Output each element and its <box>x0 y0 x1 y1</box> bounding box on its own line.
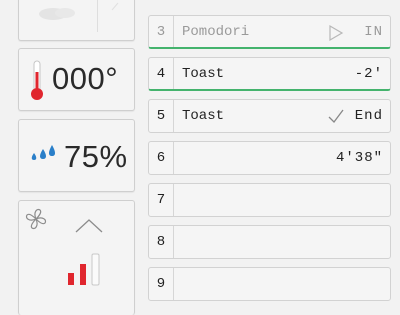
temperature-value: 000° <box>52 61 119 96</box>
step-name: Toast <box>182 108 225 124</box>
step-number: 7 <box>149 184 174 216</box>
program-row-8[interactable]: 8 <box>148 225 391 259</box>
step-number: 5 <box>149 100 174 132</box>
chevron-icon <box>111 2 119 11</box>
humidity-panel[interactable]: 75% <box>18 119 135 192</box>
step-number: 6 <box>149 142 174 174</box>
program-row-5[interactable]: 5 Toast End <box>148 99 391 133</box>
step-name: Pomodori <box>182 24 250 40</box>
step-value: -2' <box>354 66 383 82</box>
chevron-up-icon[interactable] <box>75 218 103 234</box>
fan-icon[interactable] <box>23 206 49 232</box>
play-icon <box>329 25 344 41</box>
fan-panel[interactable] <box>18 200 135 315</box>
program-row-7[interactable]: 7 <box>148 183 391 217</box>
step-number: 4 <box>149 58 174 89</box>
program-row-4[interactable]: 4 Toast -2' <box>148 57 391 91</box>
water-drops-icon <box>31 145 55 160</box>
program-row-6[interactable]: 6 4'38" <box>148 141 391 175</box>
weather-divider <box>97 0 98 32</box>
step-number: 3 <box>149 16 174 47</box>
signal-bars-icon <box>68 253 100 286</box>
step-number: 8 <box>149 226 174 258</box>
cloud-icon <box>39 8 75 20</box>
step-value: 4'38" <box>335 150 383 166</box>
program-row-3[interactable]: 3 Pomodori IN <box>148 15 391 49</box>
check-icon <box>328 109 344 123</box>
step-value: End <box>354 108 383 124</box>
weather-panel[interactable] <box>18 0 135 41</box>
step-value: IN <box>364 24 383 40</box>
thermometer-icon <box>31 60 43 100</box>
step-name: Toast <box>182 66 225 82</box>
step-number: 9 <box>149 268 174 300</box>
temperature-panel[interactable]: 000° <box>18 48 135 111</box>
program-row-9[interactable]: 9 <box>148 267 391 301</box>
humidity-value: 75% <box>64 139 128 174</box>
